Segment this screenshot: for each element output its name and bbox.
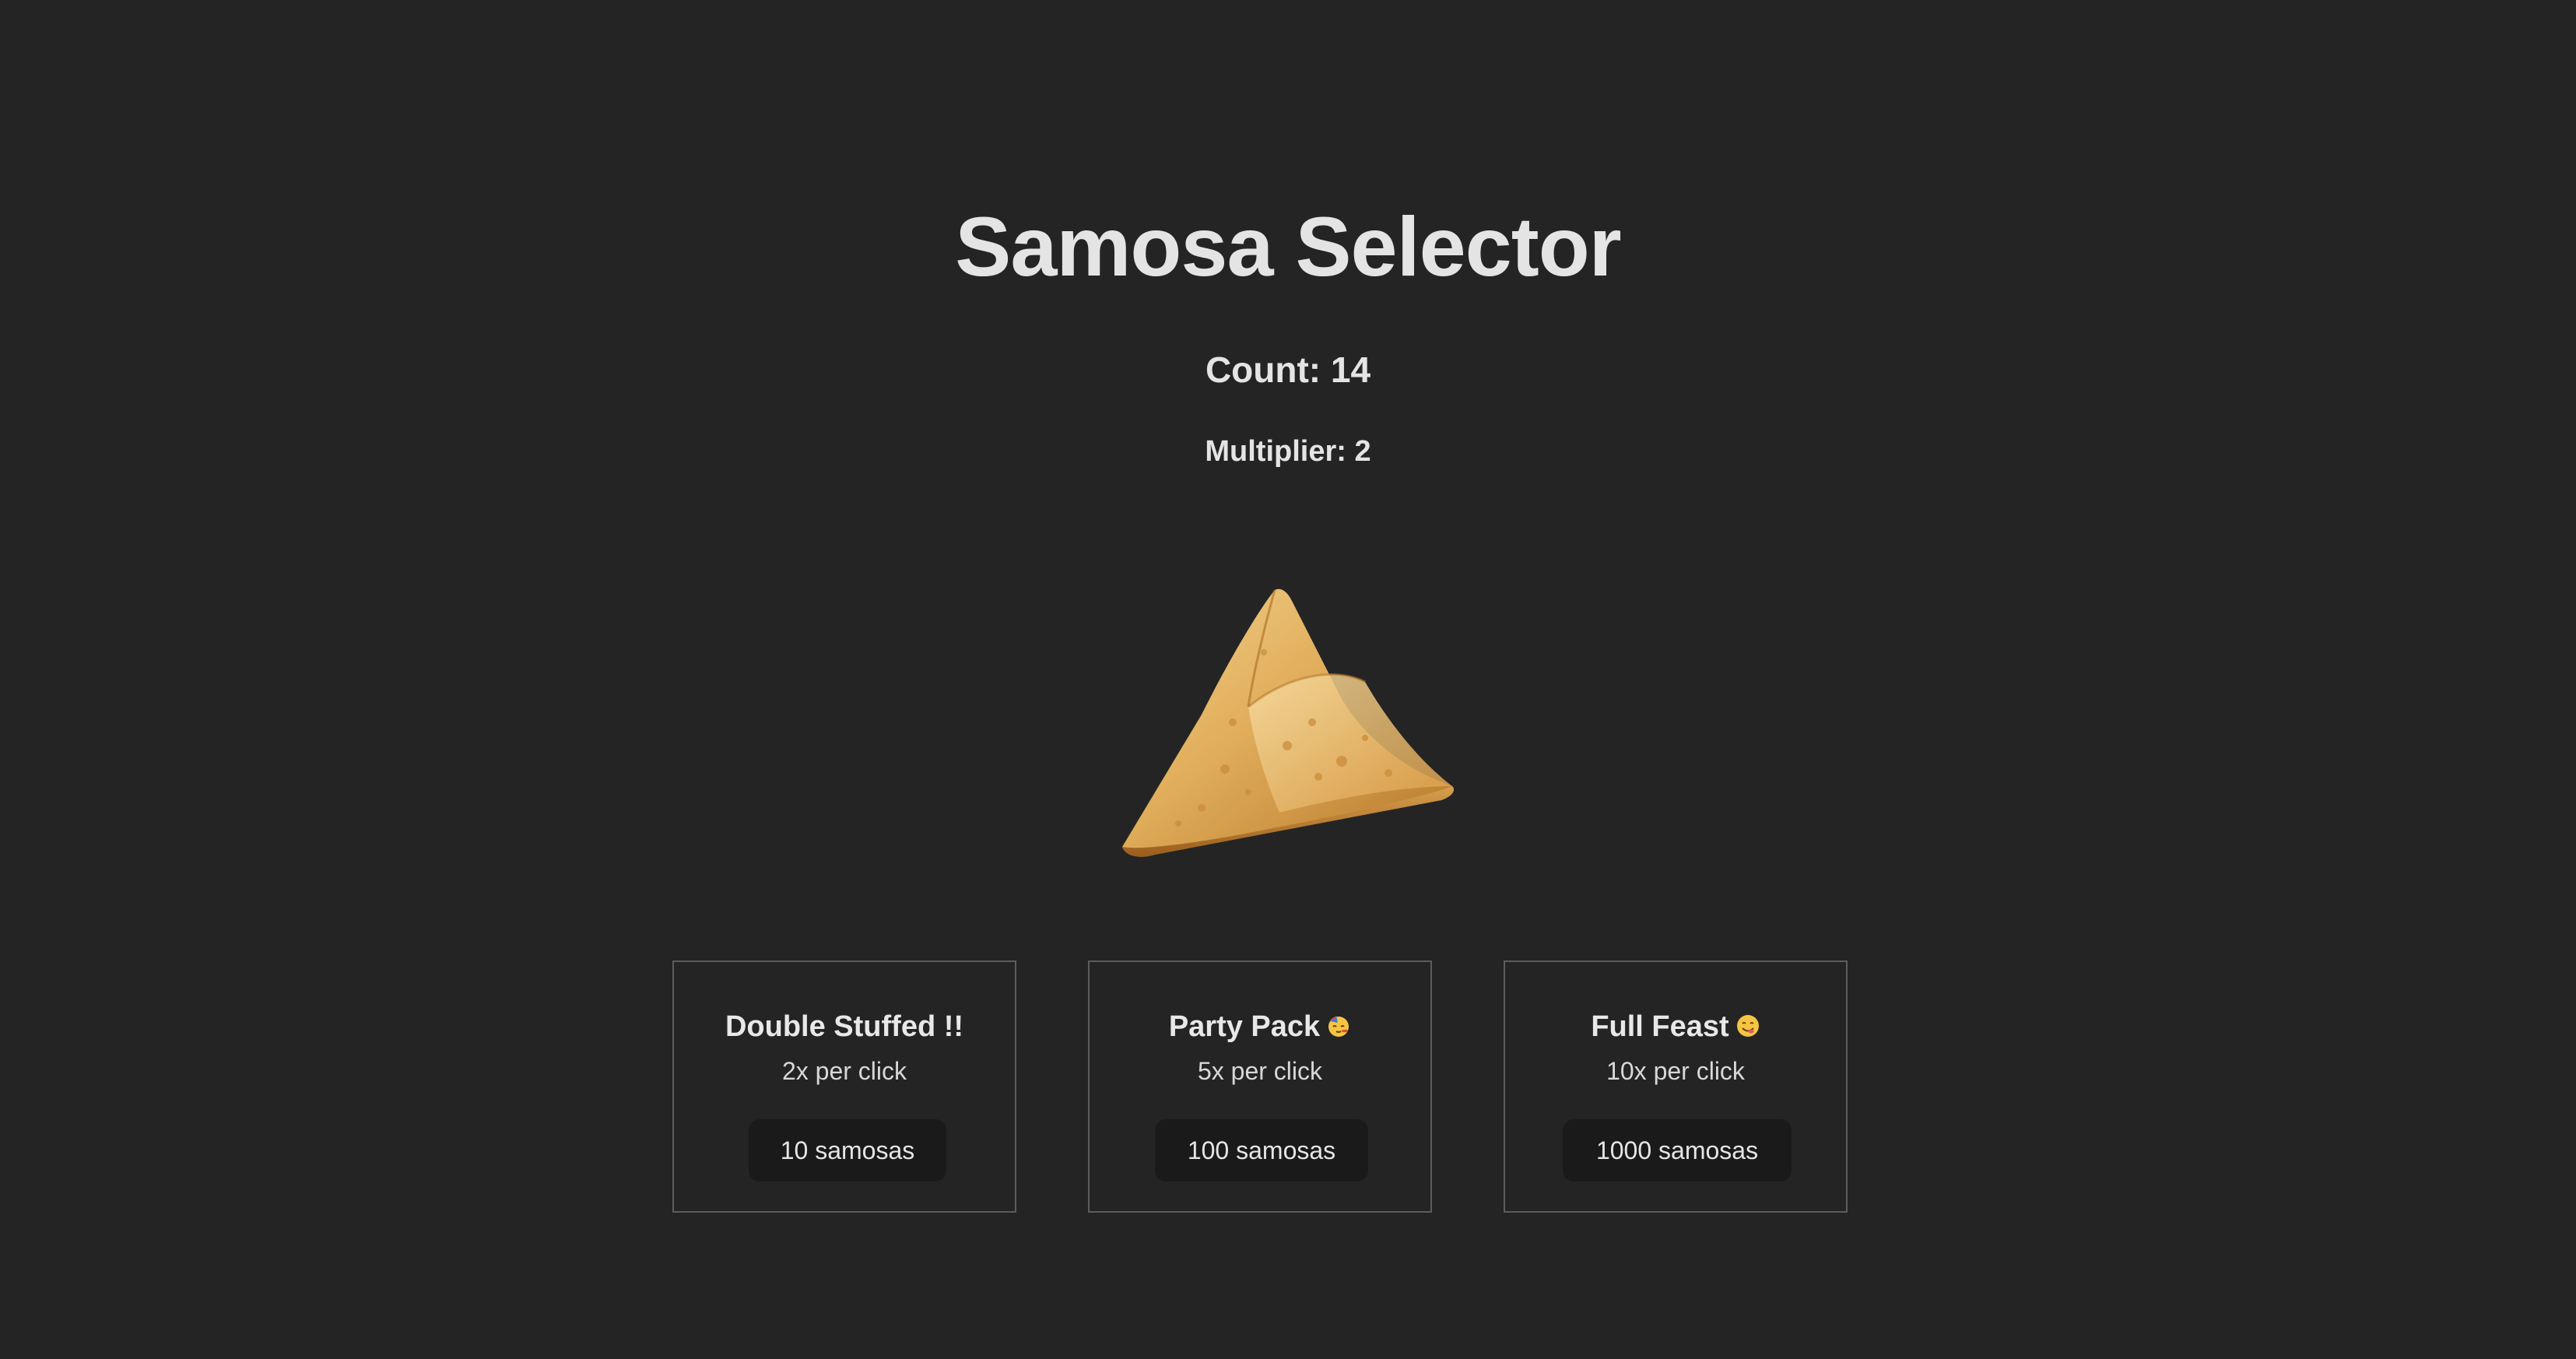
samosa-selector-page: Samosa Selector Count: 14 Multiplier: 2 [0, 0, 2576, 1359]
page-title: Samosa Selector [955, 199, 1621, 293]
partying-face-icon [1326, 1013, 1351, 1038]
upgrade-rate: 10x per click [1606, 1057, 1745, 1085]
buy-party-pack-button[interactable]: 100 samosas [1155, 1119, 1368, 1182]
yum-face-icon [1735, 1013, 1760, 1038]
upgrade-title: Double Stuffed !! [725, 1010, 964, 1043]
upgrade-card-party-pack: Party Pack 5x per click 100 samosas [1088, 960, 1432, 1213]
multiplier-display: Multiplier: 2 [1205, 435, 1371, 468]
upgrade-title: Full Feast [1505, 1007, 1846, 1046]
upgrade-card-double-stuffed: Double Stuffed !! 2x per click 10 samosa… [672, 960, 1016, 1213]
buy-double-stuffed-button[interactable]: 10 samosas [749, 1119, 946, 1182]
samosa-image[interactable] [1108, 582, 1462, 862]
upgrade-rate: 2x per click [781, 1057, 907, 1085]
upgrade-card-full-feast: Full Feast 10x per click 1000 samosas [1504, 960, 1848, 1213]
count-display: Count: 14 [1205, 349, 1371, 390]
upgrade-rate: 5x per click [1197, 1057, 1323, 1085]
buy-full-feast-button[interactable]: 1000 samosas [1563, 1119, 1792, 1182]
upgrade-title: Party Pack [1090, 1007, 1430, 1046]
